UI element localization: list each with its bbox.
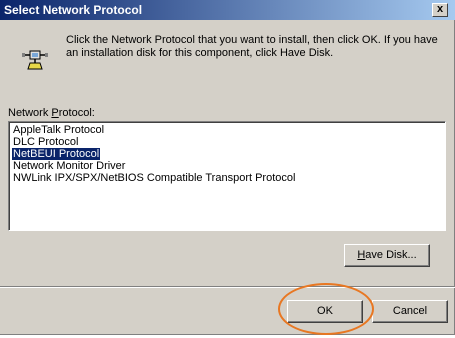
list-item[interactable]: Network Monitor Driver (12, 160, 126, 172)
list-item[interactable]: NWLink IPX/SPX/NetBIOS Compatible Transp… (12, 172, 296, 184)
list-item[interactable]: NetBEUI Protocol (10, 147, 102, 161)
select-network-protocol-dialog: Select Network Protocol x Click the Netw… (0, 0, 455, 335)
have-disk-button[interactable]: Have Disk... (344, 244, 430, 267)
title-bar[interactable]: Select Network Protocol x (0, 0, 455, 20)
network-protocol-icon (22, 50, 48, 70)
list-item[interactable]: AppleTalk Protocol (12, 124, 105, 136)
close-icon: x (436, 3, 444, 15)
separator (0, 286, 455, 288)
instructions-text: Click the Network Protocol that you want… (66, 34, 438, 59)
window-title: Select Network Protocol (4, 3, 143, 17)
ok-button[interactable]: OK (287, 300, 363, 323)
cancel-button[interactable]: Cancel (372, 300, 448, 323)
network-protocol-list[interactable]: AppleTalk Protocol DLC Protocol NetBEUI Pr… (8, 121, 446, 231)
network-protocol-label: Network Protocol: (8, 107, 95, 119)
close-button[interactable]: x (432, 3, 448, 17)
list-item[interactable]: DLC Protocol (12, 136, 79, 148)
